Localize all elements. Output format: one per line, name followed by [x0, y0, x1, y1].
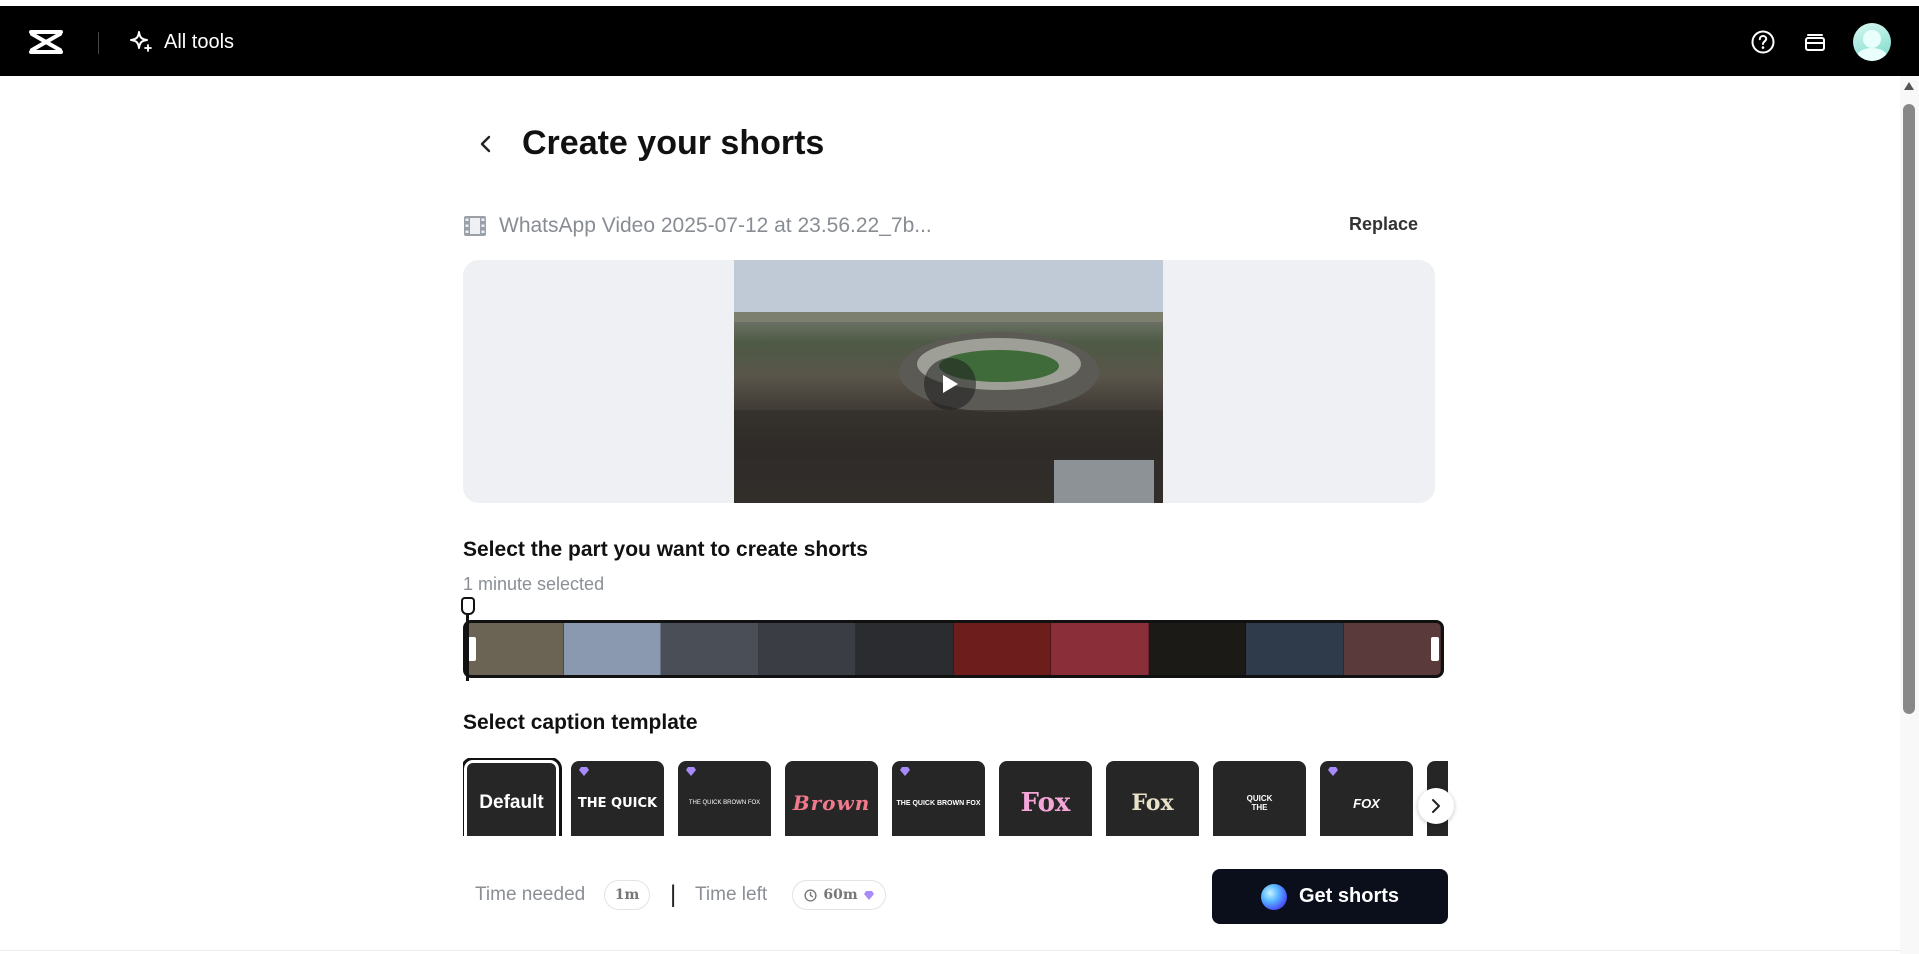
- timeline-frame: [563, 623, 661, 675]
- ai-orb-icon: [1260, 883, 1287, 910]
- video-preview-panel: [463, 260, 1435, 503]
- chevron-left-icon: [480, 135, 491, 153]
- bottom-action-bar: Time needed 1m | Time left 60m Get short…: [463, 868, 1448, 928]
- caption-template-list: Default THE QUICK THE QUICK BROWN FOX Br…: [463, 758, 1448, 836]
- capcut-logo-icon[interactable]: [28, 28, 64, 56]
- timeline-end-handle[interactable]: [1431, 637, 1439, 661]
- selection-duration-text: 1 minute selected: [463, 574, 605, 594]
- clock-icon: [804, 888, 817, 902]
- template-label: Default: [479, 792, 544, 813]
- all-tools-button[interactable]: All tools: [128, 28, 234, 56]
- playhead-line: [466, 615, 469, 681]
- timeline-frame: [758, 623, 856, 675]
- play-button[interactable]: [924, 358, 976, 410]
- timeline-frame: [1246, 623, 1344, 675]
- page-title: Create your shorts: [522, 124, 825, 162]
- time-left-value: 60m: [823, 887, 858, 903]
- file-name: WhatsApp Video 2025-07-12 at 23.56.22_7b…: [499, 214, 932, 237]
- template-the-quick[interactable]: THE QUICK: [571, 761, 664, 836]
- template-label: Brown: [792, 791, 871, 815]
- template-fox-outline[interactable]: Fox: [1106, 761, 1199, 836]
- sparkle-icon: [130, 31, 152, 52]
- timeline-frame: [953, 623, 1051, 675]
- selection-heading: Select the part you want to create short…: [463, 538, 868, 561]
- inbox-stack-icon[interactable]: [1801, 28, 1829, 56]
- template-default[interactable]: Default: [463, 758, 562, 836]
- template-label: Fox: [1020, 788, 1071, 818]
- separator: |: [670, 881, 677, 908]
- topbar-right-actions: [1749, 22, 1891, 62]
- get-shorts-button[interactable]: Get shorts: [1212, 869, 1448, 924]
- user-avatar[interactable]: [1853, 23, 1891, 61]
- top-bar: All tools: [0, 6, 1919, 76]
- timeline-frame: [466, 623, 564, 675]
- template-label: THE QUICK BROWN FOX: [688, 800, 761, 806]
- template-fox-pink[interactable]: Fox: [999, 761, 1092, 836]
- get-shorts-label: Get shorts: [1298, 885, 1400, 907]
- time-left-badge[interactable]: 60m: [792, 880, 886, 910]
- footer-divider: [0, 950, 1900, 951]
- template-label: Fox: [1131, 790, 1174, 816]
- play-icon: [943, 375, 958, 393]
- scrollbar-thumb[interactable]: [1903, 104, 1915, 714]
- template-quick-brown-fox-highlight[interactable]: THE QUICK BROWN FOX: [892, 761, 985, 836]
- template-label: FOX: [1353, 795, 1380, 811]
- help-icon[interactable]: [1749, 28, 1777, 56]
- template-quick-brown-fox[interactable]: THE QUICK BROWN FOX: [678, 761, 771, 836]
- time-needed-label: Time needed: [475, 884, 586, 905]
- page-scrollbar[interactable]: [1900, 76, 1919, 954]
- caption-template-heading: Select caption template: [463, 711, 698, 734]
- premium-gem-icon: [686, 767, 696, 776]
- playhead-knob[interactable]: [461, 597, 475, 615]
- premium-gem-icon: [1328, 767, 1338, 776]
- time-needed-badge: 1m: [604, 880, 650, 910]
- premium-gem-icon: [579, 767, 589, 776]
- scroll-up-arrow-icon[interactable]: [1904, 82, 1914, 90]
- timeline-frame: [856, 623, 954, 675]
- topbar-divider: [98, 32, 99, 54]
- premium-gem-icon: [900, 767, 910, 776]
- template-quick-the[interactable]: QUICK THE: [1213, 761, 1306, 836]
- templates-next-button[interactable]: [1418, 788, 1454, 824]
- template-label: QUICK THE: [1246, 794, 1273, 812]
- video-file-icon: [464, 216, 486, 236]
- template-label: THE QUICK BROWN FOX: [896, 799, 981, 807]
- template-fox-burst[interactable]: FOX: [1320, 761, 1413, 836]
- chevron-right-icon: [1432, 799, 1440, 813]
- timeline-frame: [1343, 623, 1441, 675]
- back-button[interactable]: [470, 128, 502, 160]
- template-label: THE QUICK: [577, 795, 658, 811]
- video-thumbnail[interactable]: [734, 260, 1163, 503]
- time-left-label: Time left: [695, 884, 768, 905]
- source-file-row: WhatsApp Video 2025-07-12 at 23.56.22_7b…: [463, 210, 1418, 242]
- timeline-playhead[interactable]: [461, 597, 475, 685]
- timeline-frame: [661, 623, 759, 675]
- premium-gem-icon: [863, 890, 874, 900]
- timeline-frame: [1051, 623, 1149, 675]
- time-needed-value: 1m: [614, 887, 640, 903]
- template-brown[interactable]: Brown: [785, 761, 878, 836]
- all-tools-label: All tools: [164, 30, 235, 53]
- timeline-frame: [1148, 623, 1246, 675]
- video-timeline[interactable]: [463, 620, 1444, 678]
- replace-button[interactable]: Replace: [1349, 214, 1418, 235]
